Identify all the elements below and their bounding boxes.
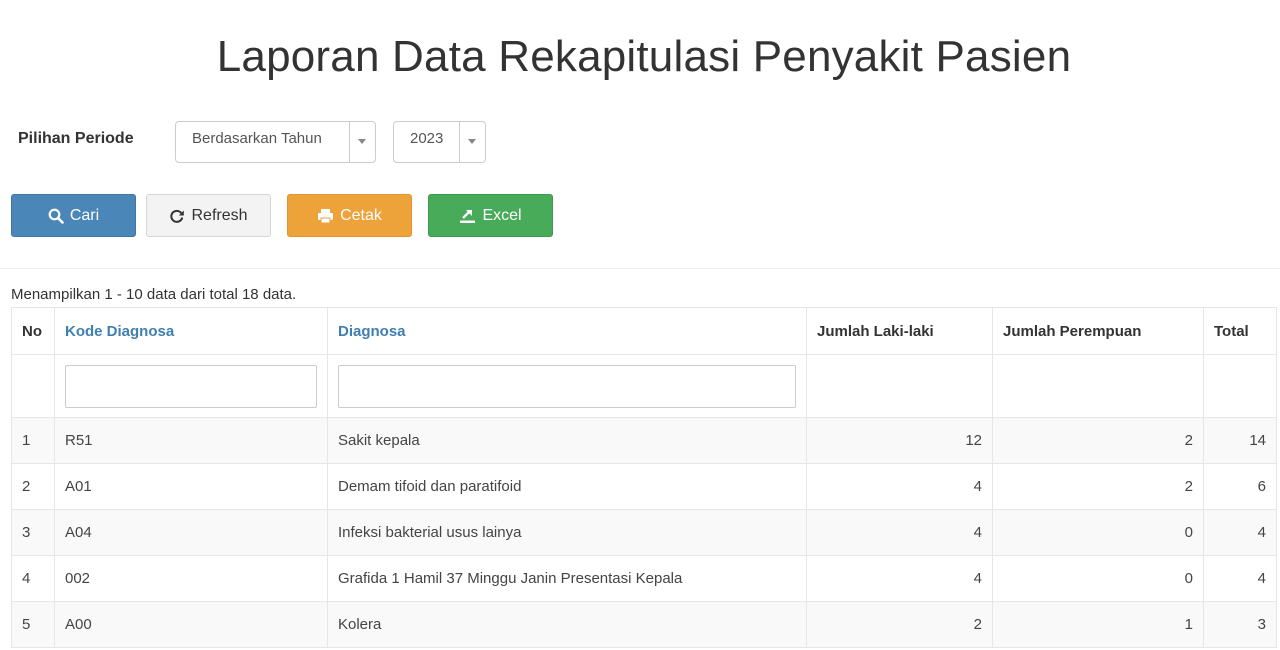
table-header-row: No Kode Diagnosa Diagnosa Jumlah Laki-la…: [11, 307, 1277, 355]
chevron-down-icon: [459, 122, 485, 162]
year-value: 2023: [410, 130, 444, 147]
cell-code: A00: [54, 601, 328, 648]
cell-male: 12: [806, 417, 993, 464]
refresh-button-label: Refresh: [191, 206, 248, 224]
period-type-select[interactable]: Berdasarkan Tahun: [175, 121, 376, 163]
cell-diagnosis: Kolera: [327, 601, 807, 648]
refresh-button[interactable]: Refresh: [146, 194, 271, 237]
filter-cell-diagnosis: [327, 354, 807, 418]
table-row: 1 R51 Sakit kepala 12 2 14: [11, 417, 1277, 464]
cell-male: 4: [806, 555, 993, 602]
cell-code: R51: [54, 417, 328, 464]
print-button-label: Cetak: [340, 206, 382, 224]
excel-button[interactable]: Excel: [428, 194, 553, 237]
filter-cell-empty: [992, 354, 1204, 418]
cell-female: 1: [992, 601, 1204, 648]
cell-male: 4: [806, 463, 993, 510]
filter-row: [11, 354, 1277, 418]
period-type-value: Berdasarkan Tahun: [192, 130, 322, 147]
refresh-icon: [169, 208, 185, 224]
filter-cell-empty: [11, 354, 55, 418]
cell-no: 4: [11, 555, 55, 602]
chevron-down-icon: [349, 122, 375, 162]
cell-total: 6: [1203, 463, 1277, 510]
year-select[interactable]: 2023: [393, 121, 486, 163]
table-row: 3 A04 Infeksi bakterial usus lainya 4 0 …: [11, 509, 1277, 556]
header-diagnosis-sort[interactable]: Diagnosa: [327, 307, 807, 355]
table-row: 5 A00 Kolera 2 1 3: [11, 601, 1277, 648]
cell-male: 2: [806, 601, 993, 648]
cell-total: 3: [1203, 601, 1277, 648]
cell-total: 14: [1203, 417, 1277, 464]
result-summary: Menampilkan 1 - 10 data dari total 18 da…: [11, 286, 297, 303]
header-female: Jumlah Perempuan: [992, 307, 1204, 355]
filter-cell-code: [54, 354, 328, 418]
excel-button-label: Excel: [482, 206, 522, 224]
print-icon: [317, 208, 334, 224]
cell-female: 2: [992, 417, 1204, 464]
section-divider: [0, 268, 1280, 269]
cell-no: 5: [11, 601, 55, 648]
cell-diagnosis: Sakit kepala: [327, 417, 807, 464]
cell-no: 2: [11, 463, 55, 510]
cell-diagnosis: Demam tifoid dan paratifoid: [327, 463, 807, 510]
table-row: 2 A01 Demam tifoid dan paratifoid 4 2 6: [11, 463, 1277, 510]
filter-cell-empty: [806, 354, 993, 418]
search-button-label: Cari: [69, 206, 100, 224]
cell-female: 0: [992, 509, 1204, 556]
disease-recap-table: No Kode Diagnosa Diagnosa Jumlah Laki-la…: [11, 307, 1277, 648]
search-button[interactable]: Cari: [11, 194, 136, 237]
cell-code: 002: [54, 555, 328, 602]
header-no: No: [11, 307, 55, 355]
cell-female: 0: [992, 555, 1204, 602]
header-total: Total: [1203, 307, 1277, 355]
filter-cell-empty: [1203, 354, 1277, 418]
cell-no: 3: [11, 509, 55, 556]
diagnosis-filter-input[interactable]: [338, 364, 796, 408]
cell-no: 1: [11, 417, 55, 464]
cell-total: 4: [1203, 555, 1277, 602]
cell-diagnosis: Grafida 1 Hamil 37 Minggu Janin Presenta…: [327, 555, 807, 602]
period-label: Pilihan Periode: [18, 130, 134, 147]
cell-male: 4: [806, 509, 993, 556]
cell-total: 4: [1203, 509, 1277, 556]
header-code-sort[interactable]: Kode Diagnosa: [54, 307, 328, 355]
header-male: Jumlah Laki-laki: [806, 307, 993, 355]
page-title: Laporan Data Rekapitulasi Penyakit Pasie…: [216, 32, 1072, 81]
cell-diagnosis: Infeksi bakterial usus lainya: [327, 509, 807, 556]
cell-female: 2: [992, 463, 1204, 510]
table-row: 4 002 Grafida 1 Hamil 37 Minggu Janin Pr…: [11, 555, 1277, 602]
cell-code: A01: [54, 463, 328, 510]
export-icon: [459, 208, 476, 224]
search-icon: [48, 208, 64, 224]
code-filter-input[interactable]: [65, 364, 317, 408]
print-button[interactable]: Cetak: [287, 194, 412, 237]
cell-code: A04: [54, 509, 328, 556]
